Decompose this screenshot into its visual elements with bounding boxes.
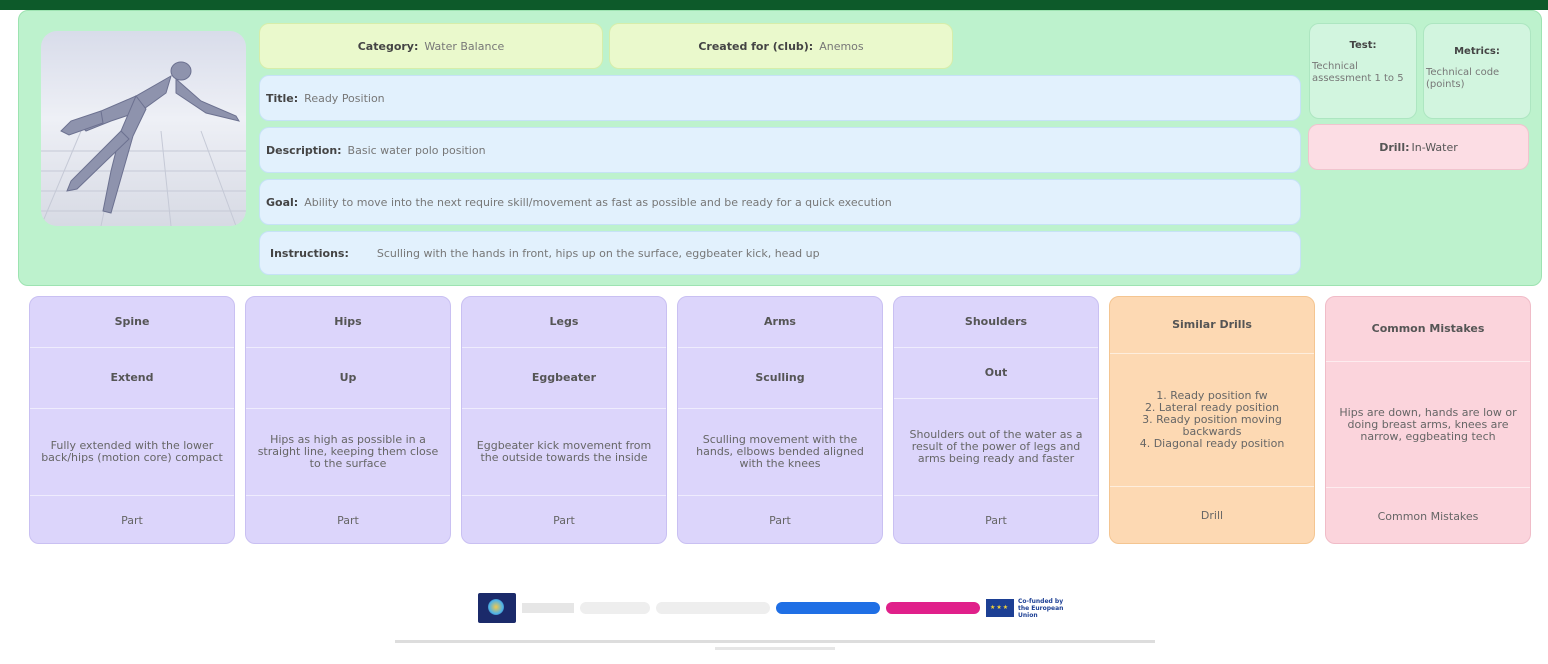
drill-3d-figure-image <box>41 31 246 226</box>
instructions-field: Instructions: Sculling with the hands in… <box>259 231 1301 275</box>
category-value: Water Balance <box>424 39 505 53</box>
part-value: Up <box>339 371 357 384</box>
part-description: Fully extended with the lower back/hips … <box>41 439 223 464</box>
part-type: Part <box>985 513 1007 527</box>
part-value: Sculling <box>755 371 805 384</box>
similar-drills-list: 1. Ready position fw 2. Lateral ready po… <box>1139 389 1285 450</box>
part-card-spine: Spine Extend Fully extended with the low… <box>29 296 235 544</box>
goal-value: Ability to move into the next require sk… <box>304 195 892 209</box>
swimmer-figure-icon <box>41 61 246 226</box>
drill-type-box: Drill: In-Water <box>1308 124 1529 170</box>
footer-logos: Co-funded by the European Union <box>478 592 1068 624</box>
metrics-box: Metrics: Technical code (points) <box>1423 23 1531 119</box>
part-title: Hips <box>334 315 362 328</box>
metrics-value: Technical code (points) <box>1426 67 1500 90</box>
common-mistakes-card: Common Mistakes Hips are down, hands are… <box>1325 296 1531 544</box>
description-field: Description: Basic water polo position <box>259 127 1301 173</box>
eu-cofunded-label: Co-funded by the European Union <box>1018 597 1064 619</box>
title-field: Title: Ready Position <box>259 75 1301 121</box>
project-caption-graphic <box>522 603 574 613</box>
description-label: Description: <box>266 143 342 157</box>
website-link-chip[interactable] <box>580 602 650 614</box>
drill-label: Drill: <box>1379 140 1410 154</box>
part-description: Hips as high as possible in a straight l… <box>257 433 439 470</box>
part-value: Out <box>984 366 1008 379</box>
title-value: Ready Position <box>304 91 385 105</box>
part-card-hips: Hips Up Hips as high as possible in a st… <box>245 296 451 544</box>
part-title: Shoulders <box>964 315 1028 328</box>
similar-drills-card: Similar Drills 1. Ready position fw 2. L… <box>1109 296 1315 544</box>
test-value: Technical assessment 1 to 5 <box>1312 61 1404 84</box>
eu-flag-icon <box>986 599 1014 617</box>
instagram-link-chip[interactable] <box>886 602 980 614</box>
description-value: Basic water polo position <box>347 143 486 157</box>
part-title: Spine <box>114 315 150 328</box>
instructions-label: Instructions: <box>270 246 349 260</box>
similar-drills-type: Drill <box>1200 509 1224 522</box>
part-card-arms: Arms Sculling Sculling movement with the… <box>677 296 883 544</box>
part-type: Part <box>121 513 143 527</box>
metrics-label: Metrics: <box>1454 46 1500 57</box>
part-value: Extend <box>110 371 154 384</box>
part-description: Sculling movement with the hands, elbows… <box>696 433 864 470</box>
part-card-shoulders: Shoulders Out Shoulders out of the water… <box>893 296 1099 544</box>
category-label: Category: <box>357 39 419 53</box>
project-logo <box>478 593 516 623</box>
common-mistakes-title: Common Mistakes <box>1371 322 1485 335</box>
top-border <box>0 0 1548 10</box>
test-label: Test: <box>1349 40 1377 51</box>
footer-disclaimer <box>380 640 1170 650</box>
category-field: Category: Water Balance <box>259 23 603 69</box>
email-link-chip[interactable] <box>656 602 770 614</box>
part-type: Part <box>337 513 359 527</box>
common-mistakes-description: Hips are down, hands are low or doing br… <box>1339 405 1517 443</box>
created-for-value: Anemos <box>819 39 864 53</box>
facebook-link-chip[interactable] <box>776 602 880 614</box>
part-type: Part <box>553 513 575 527</box>
test-box: Test: Technical assessment 1 to 5 <box>1309 23 1417 119</box>
created-for-label: Created for (club): <box>698 39 814 53</box>
part-title: Arms <box>764 315 796 328</box>
similar-drills-title: Similar Drills <box>1172 318 1252 331</box>
part-description: Eggbeater kick movement from the outside… <box>476 439 652 464</box>
part-title: Legs <box>549 315 579 328</box>
part-type: Part <box>769 513 791 527</box>
created-for-field: Created for (club): Anemos <box>609 23 953 69</box>
drill-value: In-Water <box>1411 140 1458 154</box>
title-label: Title: <box>266 91 299 105</box>
instructions-value: Sculling with the hands in front, hips u… <box>376 246 820 260</box>
goal-label: Goal: <box>266 195 299 209</box>
part-card-legs: Legs Eggbeater Eggbeater kick movement f… <box>461 296 667 544</box>
part-value: Eggbeater <box>531 371 597 384</box>
part-description: Shoulders out of the water as a result o… <box>909 428 1083 465</box>
common-mistakes-type: Common Mistakes <box>1377 509 1479 523</box>
goal-field: Goal: Ability to move into the next requ… <box>259 179 1301 225</box>
